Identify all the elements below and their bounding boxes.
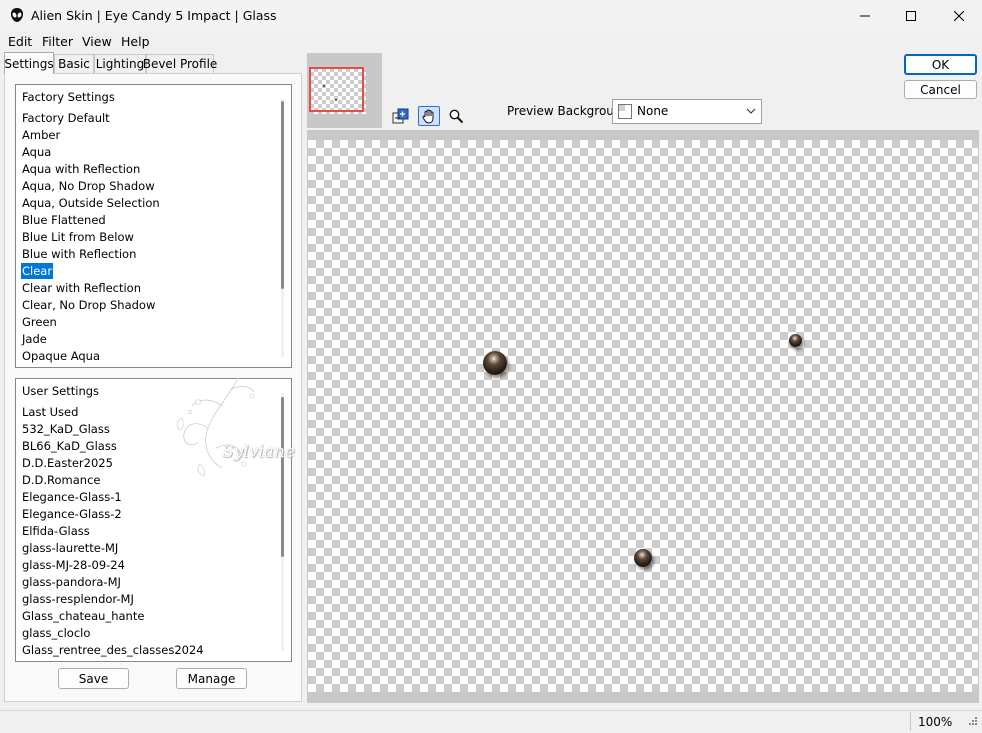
list-item[interactable]: Amber bbox=[21, 127, 61, 143]
chevron-down-icon bbox=[746, 108, 756, 114]
list-item[interactable]: glass-pandora-MJ bbox=[21, 574, 122, 590]
menu-filter[interactable]: Filter bbox=[42, 34, 73, 49]
zoom-level: 100% bbox=[918, 715, 953, 729]
close-icon bbox=[954, 10, 964, 21]
tab-basic[interactable]: Basic bbox=[54, 54, 94, 73]
menu-view[interactable]: View bbox=[82, 34, 112, 49]
list-item[interactable]: BL66_KaD_Glass bbox=[21, 438, 118, 454]
save-button[interactable]: Save bbox=[58, 668, 129, 689]
background-swatch bbox=[618, 104, 632, 119]
window-title: Alien Skin | Eye Candy 5 Impact | Glass bbox=[31, 8, 277, 23]
magnifier-icon bbox=[449, 109, 464, 124]
list-item[interactable]: Blue Flattened bbox=[21, 212, 107, 228]
list-item[interactable]: Clear, No Drop Shadow bbox=[21, 297, 156, 313]
list-item[interactable]: Clear with Reflection bbox=[21, 280, 142, 296]
resize-grip-icon[interactable] bbox=[964, 714, 978, 728]
hand-icon bbox=[422, 109, 434, 124]
maximize-icon bbox=[906, 10, 916, 21]
list-item[interactable]: glass-MJ-28-09-24 bbox=[21, 557, 126, 573]
watermark-signature: Sylviane bbox=[222, 442, 295, 462]
preview-canvas[interactable] bbox=[308, 140, 978, 692]
alien-skin-app-icon bbox=[9, 7, 25, 23]
menu-help[interactable]: Help bbox=[121, 34, 150, 49]
hand-tool-button[interactable] bbox=[418, 106, 440, 126]
list-item[interactable]: Blue Lit from Below bbox=[21, 229, 135, 245]
glass-bead bbox=[789, 334, 802, 347]
list-item[interactable]: Last Used bbox=[21, 404, 79, 420]
list-item[interactable]: Glass_chateau_hante bbox=[21, 608, 145, 624]
glass-bead bbox=[483, 351, 507, 375]
preview-background-value: None bbox=[637, 104, 669, 118]
cancel-button[interactable]: Cancel bbox=[904, 80, 977, 99]
maximize-button[interactable] bbox=[888, 0, 934, 31]
tab-lighting[interactable]: Lighting bbox=[94, 54, 146, 73]
compare-icon bbox=[392, 108, 409, 124]
list-item[interactable]: glass_cloclo bbox=[21, 625, 91, 641]
list-item[interactable]: Aqua bbox=[21, 144, 52, 160]
list-item[interactable]: Glass_rentree_des_classes2024 bbox=[21, 642, 205, 658]
factory-settings-list[interactable]: Factory Settings Factory Default Amber A… bbox=[15, 84, 292, 368]
zoom-tool-button[interactable] bbox=[445, 106, 467, 126]
list-item[interactable]: Elegance-Glass-1 bbox=[21, 489, 123, 505]
list-item[interactable]: Elfida-Glass bbox=[21, 523, 91, 539]
minimize-button[interactable] bbox=[842, 0, 888, 31]
factory-settings-header: Factory Settings bbox=[22, 90, 115, 104]
navigator-view-frame[interactable] bbox=[309, 67, 364, 112]
tab-settings[interactable]: Settings bbox=[4, 52, 54, 74]
list-item[interactable]: Factory Default bbox=[21, 110, 111, 126]
list-item[interactable]: Aqua, No Drop Shadow bbox=[21, 178, 156, 194]
list-item[interactable]: glass-resplendor-MJ bbox=[21, 591, 135, 607]
list-item-selected[interactable]: Clear bbox=[21, 263, 54, 279]
list-item[interactable]: D.D.Easter2025 bbox=[21, 455, 114, 471]
list-item[interactable]: Elegance-Glass-2 bbox=[21, 506, 123, 522]
list-item[interactable]: Blue with Reflection bbox=[21, 246, 137, 262]
menu-edit[interactable]: Edit bbox=[8, 34, 32, 49]
tab-bevel-profile[interactable]: Bevel Profile bbox=[143, 54, 217, 73]
compare-tool-button[interactable] bbox=[390, 106, 412, 126]
list-item[interactable]: 532_KaD_Glass bbox=[21, 421, 111, 437]
glass-bead bbox=[634, 549, 652, 567]
preview-background-select[interactable]: None bbox=[612, 99, 762, 124]
list-item[interactable]: Green bbox=[21, 314, 58, 330]
list-item[interactable]: Jade bbox=[21, 331, 48, 347]
ok-button[interactable]: OK bbox=[904, 54, 977, 75]
manage-button[interactable]: Manage bbox=[176, 668, 247, 689]
list-item[interactable]: glass-laurette-MJ bbox=[21, 540, 119, 556]
factory-scrollbar-thumb[interactable] bbox=[281, 101, 284, 289]
close-button[interactable] bbox=[936, 0, 982, 31]
list-item[interactable]: Opaque Aqua bbox=[21, 348, 101, 364]
list-item[interactable]: D.D.Romance bbox=[21, 472, 101, 488]
status-bar bbox=[0, 710, 982, 733]
list-item[interactable]: Aqua, Outside Selection bbox=[21, 195, 161, 211]
user-settings-header: User Settings bbox=[22, 384, 100, 398]
watermark-flourish bbox=[176, 377, 255, 487]
minimize-icon bbox=[860, 15, 870, 16]
list-item[interactable]: Aqua with Reflection bbox=[21, 161, 141, 177]
status-divider bbox=[910, 712, 911, 731]
